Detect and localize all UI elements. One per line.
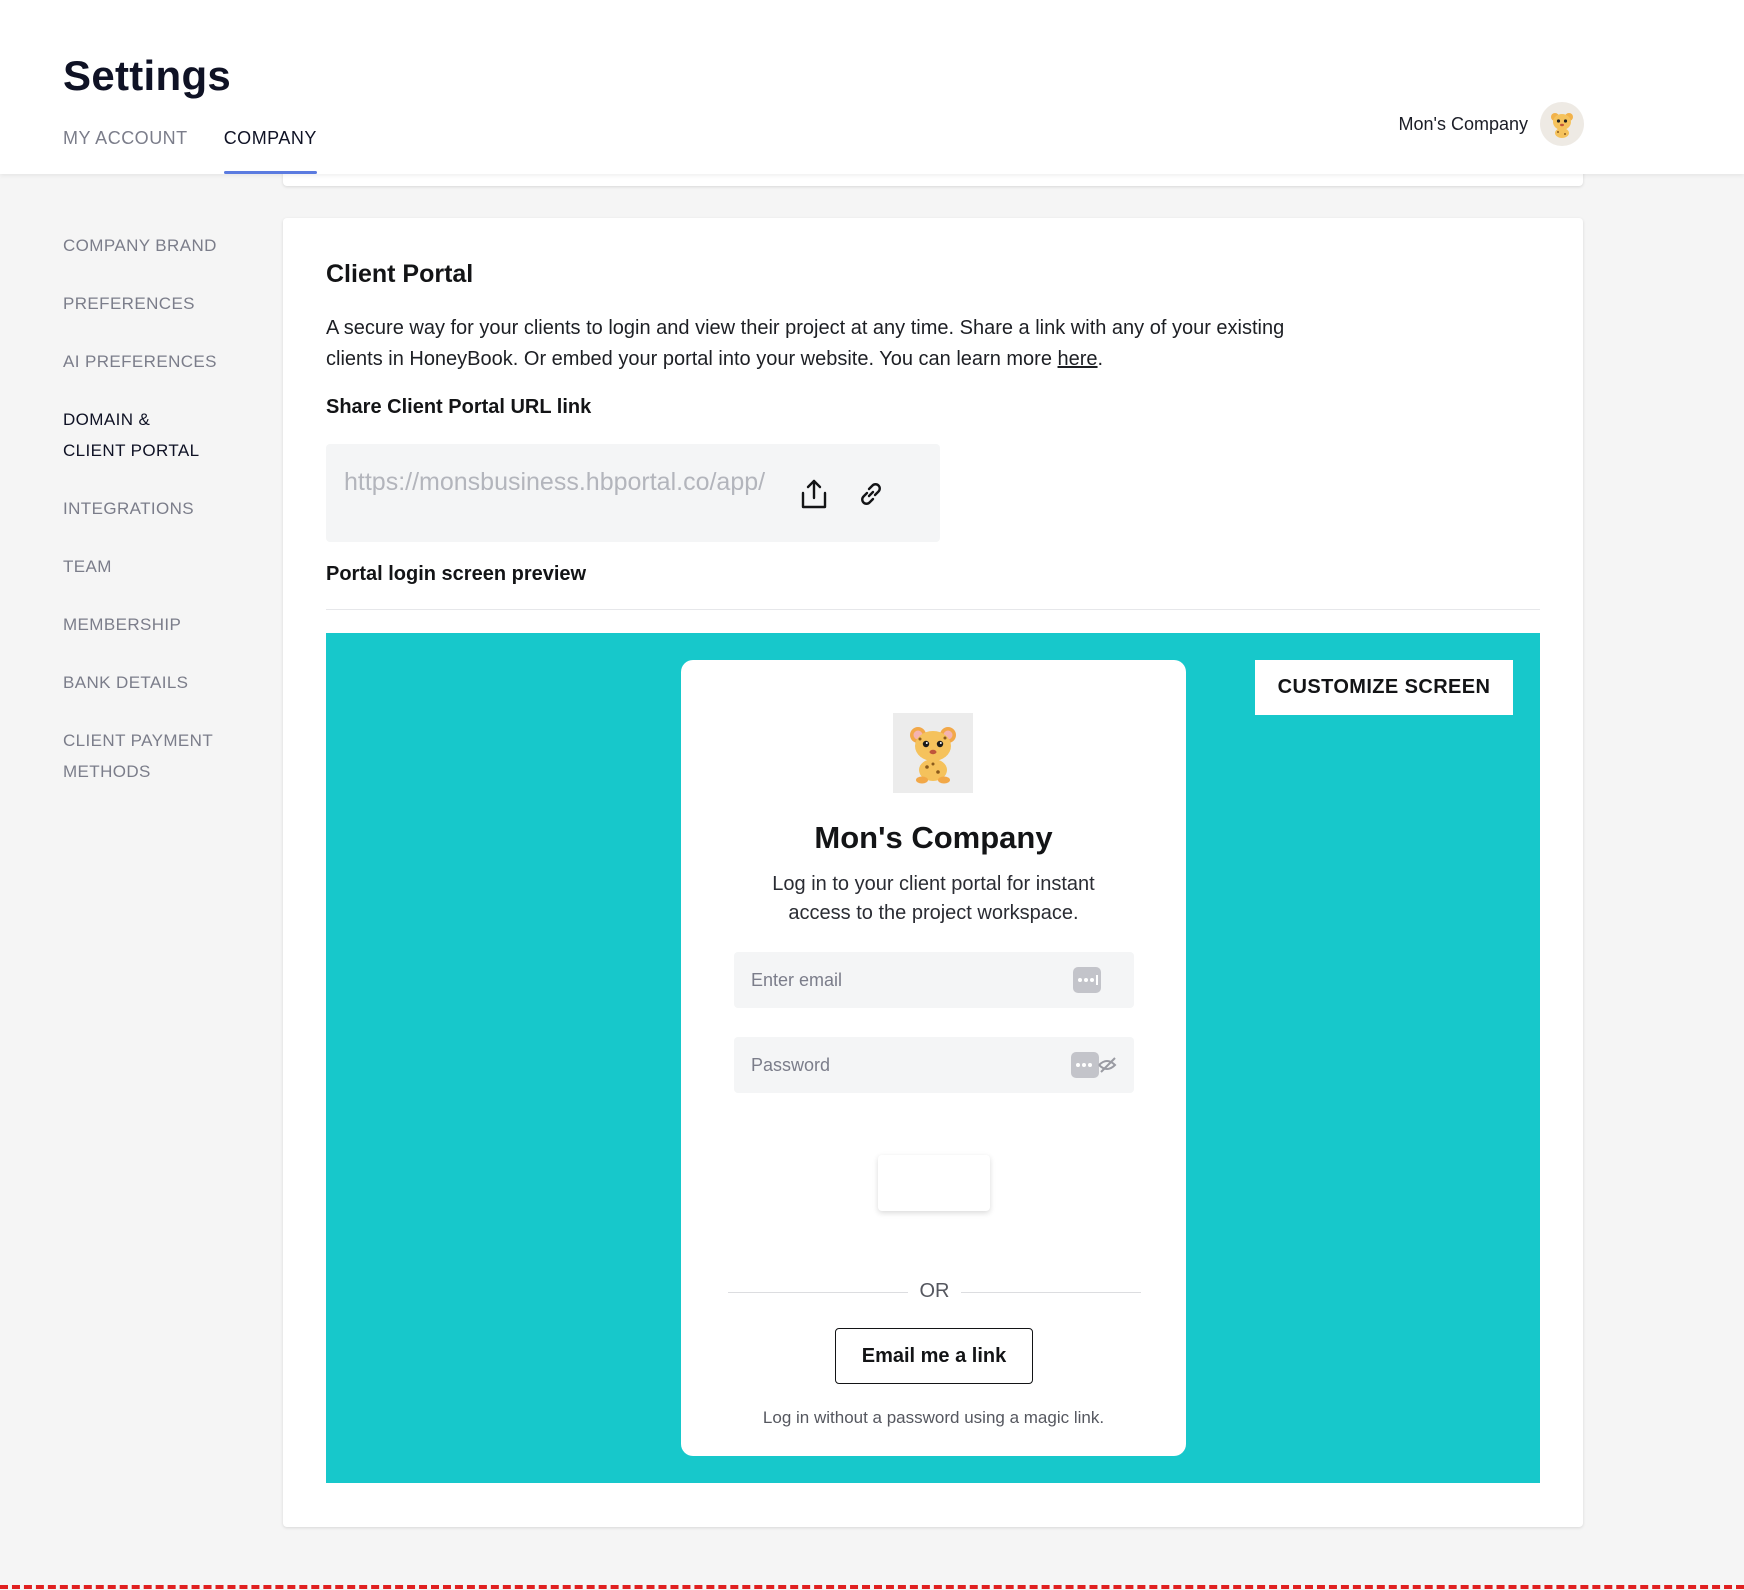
sidebar-item-integrations[interactable]: INTEGRATIONS — [63, 493, 263, 524]
or-text: OR — [919, 1280, 950, 1302]
or-divider: OR — [728, 1280, 1141, 1304]
page-cut-line — [0, 1585, 1744, 1589]
sidebar-item-team[interactable]: TEAM — [63, 551, 263, 582]
login-tagline: Log in to your client portal for instant… — [772, 873, 1095, 924]
company-switcher[interactable]: Mon's Company — [1398, 102, 1584, 146]
page-title: Settings — [63, 52, 232, 99]
password-visibility-icon[interactable] — [1071, 1052, 1117, 1078]
sidebar-item-preferences[interactable]: PREFERENCES — [63, 288, 263, 319]
settings-tabs: MY ACCOUNT COMPANY — [63, 128, 353, 174]
sidebar-item-company-brand[interactable]: COMPANY BRAND — [63, 230, 263, 261]
portal-url-box: https://monsbusiness.hbportal.co/app/ — [326, 444, 940, 542]
section-divider — [326, 609, 1540, 610]
leopard-logo-icon — [1551, 113, 1573, 138]
settings-sidebar: COMPANY BRAND PREFERENCES AI PREFERENCES… — [63, 230, 263, 814]
magic-link-note: Log in without a password using a magic … — [762, 1408, 1105, 1427]
learn-more-link[interactable]: here — [1058, 348, 1098, 370]
company-avatar[interactable] — [1540, 102, 1584, 146]
company-name: Mon's Company — [1398, 113, 1529, 134]
tab-my-account[interactable]: MY ACCOUNT — [63, 128, 188, 174]
description-end: . — [1097, 348, 1104, 370]
section-description: A secure way for your clients to login a… — [326, 313, 1326, 375]
preview-label: Portal login screen preview — [326, 563, 587, 585]
login-button[interactable] — [878, 1155, 990, 1211]
portal-url[interactable]: https://monsbusiness.hbportal.co/app/ — [344, 468, 765, 497]
link-icon[interactable] — [853, 476, 889, 512]
password-manager-icon[interactable] — [1073, 967, 1101, 993]
sidebar-item-ai-preferences[interactable]: AI PREFERENCES — [63, 346, 263, 377]
login-company-name: Mon's Company — [814, 820, 1053, 855]
company-logo — [893, 713, 973, 793]
email-me-a-link-button[interactable]: Email me a link — [835, 1328, 1033, 1384]
sidebar-item-membership[interactable]: MEMBERSHIP — [63, 609, 263, 640]
section-title: Client Portal — [326, 260, 474, 288]
share-upload-icon[interactable] — [796, 476, 832, 512]
sidebar-item-domain-client-portal[interactable]: DOMAIN & CLIENT PORTAL — [63, 404, 213, 466]
client-portal-card: Client Portal A secure way for your clie… — [283, 218, 1583, 1527]
settings-header: Settings MY ACCOUNT COMPANY Mon's Compan… — [0, 0, 1744, 174]
sidebar-item-bank-details[interactable]: BANK DETAILS — [63, 667, 263, 698]
leopard-logo-icon — [910, 727, 956, 784]
login-card: Mon's Company Log in to your client port… — [681, 660, 1186, 1456]
description-text: A secure way for your clients to login a… — [326, 317, 1285, 370]
portal-login-preview: CUSTOMIZE SCREEN Mon's Company Log in to… — [326, 633, 1540, 1483]
customize-screen-button[interactable]: CUSTOMIZE SCREEN — [1255, 660, 1513, 715]
email-field-wrapper — [734, 952, 1134, 1008]
share-url-label: Share Client Portal URL link — [326, 396, 592, 418]
sidebar-item-client-payment-methods[interactable]: CLIENT PAYMENT METHODS — [63, 725, 233, 787]
tab-company[interactable]: COMPANY — [223, 128, 318, 174]
password-field-wrapper — [734, 1037, 1134, 1093]
